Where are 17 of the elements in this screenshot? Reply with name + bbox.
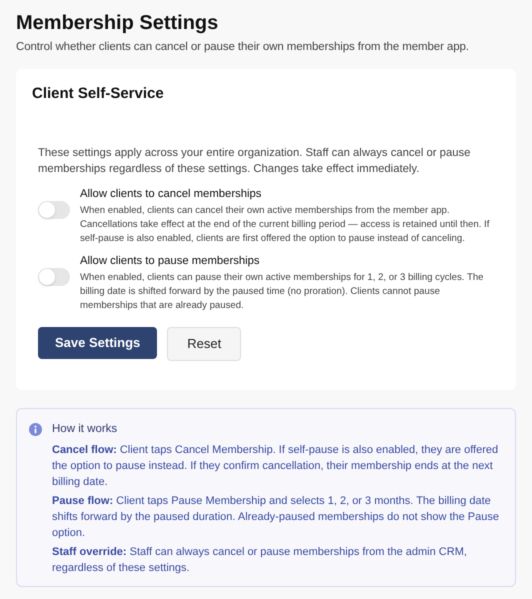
info-icon: [29, 423, 42, 436]
info-title: How it works: [52, 422, 118, 438]
intro-text: These settings apply across your entire organization. Staff can always cancel or pause memberships regardless of these settings. Changes take effect immediately.: [38, 146, 472, 177]
reset-button[interactable]: Reset: [167, 326, 242, 361]
setting-label: Allow clients to pause memberships: [80, 254, 261, 269]
page-subtitle: Control whether clients can cancel or pause their own memberships from the member app.: [16, 40, 470, 55]
page-title: Membership Settings: [16, 11, 220, 36]
toggle-switch[interactable]: [38, 268, 70, 286]
info-paragraph: Staff override: Staff can always cancel or pause memberships from the admin CRM, regardless of these settings.: [52, 544, 468, 576]
card-title: Client Self-Service: [32, 84, 165, 104]
setting-label: Allow clients to cancel memberships: [80, 186, 262, 202]
toggle-switch[interactable]: [38, 200, 70, 219]
info-paragraph: Cancel flow: Client taps Cancel Membership. If self-pause is also enabled, they are offered the option to pause instead. If they confirm cancellation, their membership ends at the next billing date.: [52, 442, 500, 490]
setting-description: When enabled, clients can cancel their own active memberships from the member app. Cancellations take effect at the end of the current billing period — access is retained until then. If self-pause is also enabled, clients are first offered the option to pause instead of canceling.: [80, 204, 490, 246]
info-paragraph: Pause flow: Client taps Pause Membership and selects 1, 2, or 3 months. The billing date shifts forward by the paused duration. Already-paused memberships do not show the Pause option.: [52, 494, 500, 540]
save-button[interactable]: Save Settings: [38, 326, 158, 359]
setting-description: When enabled, clients can pause their own active memberships for 1, 2, or 3 billing cycles. The billing date is shifted forward by the paused time (no proration). Clients cannot pause memberships that are already paused.: [80, 270, 484, 313]
